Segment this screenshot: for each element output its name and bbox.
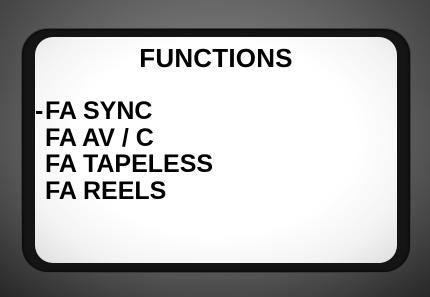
menu-item-fa-sync[interactable]: - FA SYNC <box>35 98 213 125</box>
menu-item-label: FA TAPELESS <box>45 150 214 178</box>
menu-title: FUNCTIONS <box>139 43 293 73</box>
menu-item-fa-reels[interactable]: FA REELS <box>35 176 213 205</box>
lcd-screen: FUNCTIONS - FA SYNC FA AV / C FA TAPELES… <box>35 37 397 263</box>
menu-item-label: FA AV / C <box>45 123 154 152</box>
menu-item-label: FA REELS <box>45 176 167 205</box>
menu-item-label: FA SYNC <box>45 97 153 125</box>
menu-item-fa-av-c[interactable]: FA AV / C <box>35 123 213 152</box>
function-menu: - FA SYNC FA AV / C FA TAPELESS FA REELS <box>35 98 213 204</box>
menu-item-fa-tapeless[interactable]: FA TAPELESS <box>35 151 213 178</box>
selection-cursor: - <box>35 97 44 125</box>
